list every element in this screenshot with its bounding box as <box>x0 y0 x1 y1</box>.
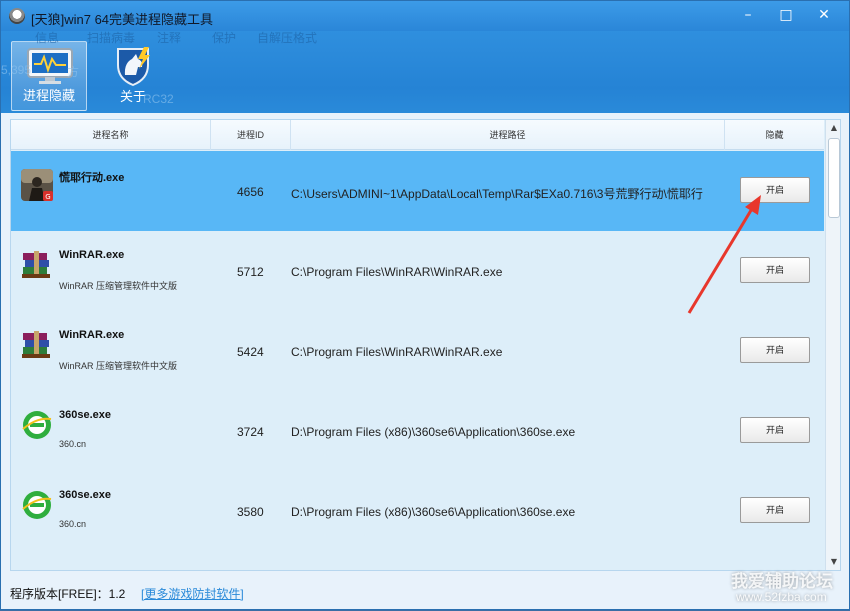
svg-text:G: G <box>45 193 50 201</box>
process-path: C:\Program Files\WinRAR\WinRAR.exe <box>291 345 503 359</box>
app-window: [天狼]win7 64完美进程隐藏工具 – □ ✕ 进程隐藏 关于 5,395 … <box>0 0 850 610</box>
process-description: 360.cn <box>59 439 87 449</box>
360se-icon <box>22 491 52 519</box>
process-name: 慌耶行动.exe <box>59 172 125 184</box>
ghost-label: 自解压格式 <box>257 31 318 45</box>
background-text: 方 <box>67 65 80 79</box>
process-id: 4656 <box>237 185 264 199</box>
process-name: 360se.exe <box>59 409 111 421</box>
watermark-url: www.52fzba.com <box>736 590 827 604</box>
ghost-label: 信息 <box>35 31 60 45</box>
enable-hide-button[interactable]: 开启 <box>740 177 810 203</box>
enable-hide-button[interactable]: 开启 <box>740 337 810 363</box>
background-toolbar-ghost: 信息 扫描病毒 注释 保护 自解压格式 <box>1 27 331 45</box>
header-pid[interactable]: 进程ID <box>211 120 291 150</box>
process-name: WinRAR.exe <box>59 329 125 341</box>
game-icon: G <box>21 169 53 201</box>
process-id: 5424 <box>237 345 264 359</box>
enable-hide-button[interactable]: 开启 <box>740 417 810 443</box>
enable-hide-button[interactable]: 开启 <box>740 497 810 523</box>
process-id: 3580 <box>237 505 264 519</box>
more-software-link[interactable]: [更多游戏防封软件] <box>141 585 244 602</box>
process-path: D:\Program Files (x86)\360se6\Applicatio… <box>291 505 576 519</box>
window-title: [天狼]win7 64完美进程隐藏工具 <box>31 12 214 27</box>
process-list[interactable]: 进程名称 进程ID 进程路径 隐藏 G 慌耶行动.exe 4656 C:\Use… <box>10 119 841 571</box>
minimize-button[interactable]: – <box>737 5 759 25</box>
tab-process-hide-label: 进程隐藏 <box>22 88 75 103</box>
process-description: WinRAR 压缩管理软件中文版 <box>59 361 178 371</box>
scroll-up-icon[interactable]: ▲ <box>826 120 840 136</box>
process-id: 3724 <box>237 425 264 439</box>
table-row[interactable]: 360se.exe 360.cn 3580 D:\Program Files (… <box>11 471 824 551</box>
process-path: C:\Program Files\WinRAR\WinRAR.exe <box>291 265 503 279</box>
header-hide[interactable]: 隐藏 <box>725 120 824 150</box>
background-text: RC32 <box>143 92 174 106</box>
header-process-name[interactable]: 进程名称 <box>11 120 211 150</box>
ghost-label: 保护 <box>212 31 237 45</box>
version-label: 程序版本[FREE]：1.2 <box>10 587 126 601</box>
vertical-scrollbar[interactable]: ▲ ▼ <box>825 120 840 570</box>
table-row[interactable]: 360se.exe 360.cn 3724 D:\Program Files (… <box>11 391 824 471</box>
process-name: 360se.exe <box>59 489 111 501</box>
process-name: WinRAR.exe <box>59 249 125 261</box>
process-id: 5712 <box>237 265 264 279</box>
process-path: C:\Users\ADMINI~1\AppData\Local\Temp\Rar… <box>291 187 703 201</box>
360se-icon <box>22 411 52 439</box>
scroll-thumb[interactable] <box>828 138 840 218</box>
background-text: 5,395 <box>1 63 32 77</box>
process-path: D:\Program Files (x86)\360se6\Applicatio… <box>291 425 576 439</box>
app-icon <box>9 8 25 24</box>
process-description: WinRAR 压缩管理软件中文版 <box>59 281 178 291</box>
status-bar: 程序版本[FREE]：1.2 [更多游戏防封软件] <box>1 577 849 609</box>
header-path[interactable]: 进程路径 <box>291 120 725 150</box>
table-row[interactable]: WinRAR.exe WinRAR 压缩管理软件中文版 5424 C:\Prog… <box>11 311 824 391</box>
table-row[interactable]: WinRAR.exe WinRAR 压缩管理软件中文版 5712 C:\Prog… <box>11 231 824 311</box>
maximize-button[interactable]: □ <box>775 5 797 25</box>
table-header: 进程名称 进程ID 进程路径 隐藏 <box>11 120 824 150</box>
winrar-icon <box>22 251 50 278</box>
ghost-label: 注释 <box>157 31 182 45</box>
process-description: 360.cn <box>59 519 87 529</box>
watermark-site-name: 我爱辅助论坛 <box>731 572 833 591</box>
horse-shield-icon <box>117 47 150 87</box>
winrar-icon <box>22 331 50 358</box>
close-button[interactable]: ✕ <box>813 5 835 25</box>
enable-hide-button[interactable]: 开启 <box>740 257 810 283</box>
ghost-label: 扫描病毒 <box>87 31 136 45</box>
table-row[interactable]: G 慌耶行动.exe 4656 C:\Users\ADMINI~1\AppDat… <box>11 151 824 231</box>
